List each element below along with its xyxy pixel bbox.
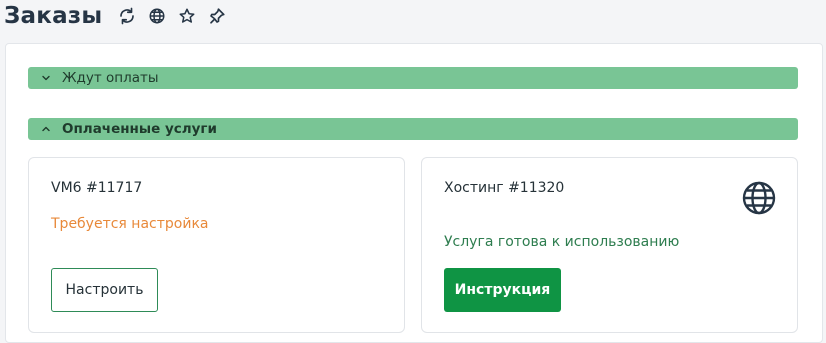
service-title: VM6 #11717 bbox=[51, 180, 143, 196]
section-paid-label: Оплаченные услуги bbox=[62, 121, 217, 137]
service-status: Услуга готова к использованию bbox=[444, 234, 680, 250]
chevron-up-icon bbox=[40, 123, 52, 135]
orders-panel: Ждут оплаты Оплаченные услуги VM6 #11717… bbox=[5, 43, 823, 343]
instruction-button[interactable]: Инструкция bbox=[444, 268, 561, 312]
globe-icon bbox=[741, 180, 777, 216]
star-icon[interactable] bbox=[176, 5, 198, 27]
globe-icon[interactable] bbox=[146, 5, 168, 27]
service-title: Хостинг #11320 bbox=[444, 180, 565, 196]
service-card-hosting: Хостинг #11320 Услуга готова к использов… bbox=[421, 157, 798, 333]
chevron-down-icon bbox=[40, 72, 52, 84]
section-paid[interactable]: Оплаченные услуги bbox=[28, 118, 798, 140]
pin-icon[interactable] bbox=[206, 5, 228, 27]
page-header: Заказы bbox=[0, 0, 236, 32]
section-unpaid[interactable]: Ждут оплаты bbox=[28, 67, 798, 89]
service-status: Требуется настройка bbox=[51, 216, 209, 232]
section-unpaid-label: Ждут оплаты bbox=[62, 70, 159, 86]
service-card-vm: VM6 #11717 Требуется настройка Настроить bbox=[28, 157, 405, 333]
page-title: Заказы bbox=[4, 3, 103, 29]
configure-button[interactable]: Настроить bbox=[51, 268, 158, 312]
refresh-icon[interactable] bbox=[116, 5, 138, 27]
